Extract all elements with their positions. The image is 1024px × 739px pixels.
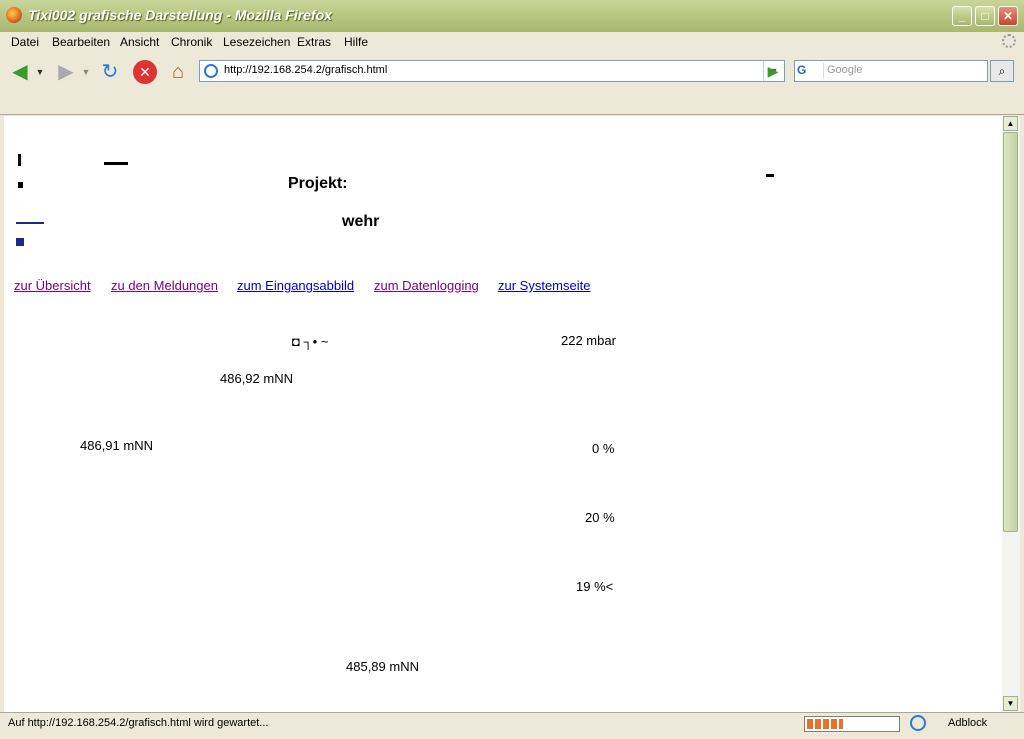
menu-ansicht[interactable]: Ansicht	[120, 35, 159, 49]
page-viewport: Projekt: wehr zur Übersicht zu den Meldu…	[4, 116, 1002, 712]
go-icon[interactable]: ▶	[764, 62, 782, 80]
url-input[interactable]: http://192.168.254.2/grafisch.html	[224, 64, 387, 76]
link-zu-den-meldungen[interactable]: zu den Meldungen	[111, 278, 218, 293]
project-name-fragment: wehr	[342, 213, 380, 230]
render-fragment	[16, 222, 44, 224]
ie-tab-icon[interactable]	[910, 715, 926, 731]
link-zur-systemseite[interactable]: zur Systemseite	[498, 278, 590, 293]
menu-datei[interactable]: Datei	[11, 35, 39, 49]
bookmarks-toolbar	[0, 90, 1024, 115]
level-value-3: 485,89 mNN	[346, 659, 419, 674]
home-icon[interactable]: ⌂	[166, 60, 190, 84]
percent-value-2: 20 %	[585, 510, 615, 525]
search-icon[interactable]: ⌕	[990, 60, 1014, 82]
back-history-dropdown-icon[interactable]: ▼	[34, 60, 46, 84]
title-bar: Tixi002 grafische Darstellung - Mozilla …	[0, 0, 1024, 33]
close-button[interactable]: ✕	[998, 6, 1018, 26]
menu-hilfe[interactable]: Hilfe	[344, 35, 368, 49]
adblock-button[interactable]: Adblock	[948, 717, 987, 729]
status-text: Auf http://192.168.254.2/grafisch.html w…	[8, 717, 269, 729]
status-bar: Auf http://192.168.254.2/grafisch.html w…	[0, 712, 1024, 739]
link-zum-datenlogging[interactable]: zum Datenlogging	[374, 278, 479, 293]
page-favicon-icon	[204, 64, 218, 78]
back-icon[interactable]: ◀	[8, 60, 32, 84]
pressure-value: 222 mbar	[561, 333, 616, 348]
level-value-2: 486,91 mNN	[80, 438, 153, 453]
vertical-scrollbar[interactable]: ▲ ▼	[1002, 116, 1020, 712]
search-input[interactable]: Google	[827, 64, 862, 76]
menu-bearbeiten[interactable]: Bearbeiten	[52, 35, 110, 49]
render-fragment	[18, 154, 21, 166]
forward-icon[interactable]: ▶	[54, 60, 78, 84]
render-fragment	[16, 238, 24, 246]
minimize-button[interactable]: _	[952, 6, 972, 26]
level-value-1: 486,92 mNN	[220, 371, 293, 386]
window-title: Tixi002 grafische Darstellung - Mozilla …	[28, 7, 332, 23]
scroll-thumb[interactable]	[1003, 132, 1018, 532]
scroll-up-icon[interactable]: ▲	[1003, 116, 1018, 131]
percent-value-1: 0 %	[592, 441, 615, 456]
link-zur-uebersicht[interactable]: zur Übersicht	[14, 278, 91, 293]
menu-bar: Datei Bearbeiten Ansicht Chronik Lesezei…	[0, 32, 1024, 52]
activity-throbber-icon	[1002, 34, 1016, 48]
loading-progress-fill	[807, 719, 843, 729]
loading-progress-bar	[804, 716, 900, 732]
link-zum-eingangsabbild[interactable]: zum Eingangsabbild	[237, 278, 354, 293]
stop-icon[interactable]: ✕	[133, 60, 157, 84]
menu-lesezeichen[interactable]: Lesezeichen	[223, 35, 290, 49]
forward-history-dropdown-icon[interactable]: ▼	[80, 60, 92, 84]
url-bar[interactable]: http://192.168.254.2/grafisch.html ▼	[199, 60, 785, 82]
scroll-down-icon[interactable]: ▼	[1003, 696, 1018, 711]
menu-chronik[interactable]: Chronik	[171, 35, 212, 49]
search-box[interactable]: G Google	[794, 60, 988, 82]
render-fragment	[766, 174, 774, 177]
reload-icon[interactable]: ↻	[98, 60, 122, 84]
project-label: Projekt:	[288, 175, 348, 192]
search-engine-selector[interactable]: G	[797, 63, 824, 79]
render-fragment	[18, 182, 23, 188]
percent-value-3: 19 %<	[576, 579, 614, 594]
menu-extras[interactable]: Extras	[297, 35, 331, 49]
firefox-logo-icon	[6, 7, 22, 23]
maximize-button[interactable]: □	[975, 6, 995, 26]
render-fragment	[104, 162, 128, 165]
symbol-row: ◘ ┐• ~	[292, 334, 329, 349]
